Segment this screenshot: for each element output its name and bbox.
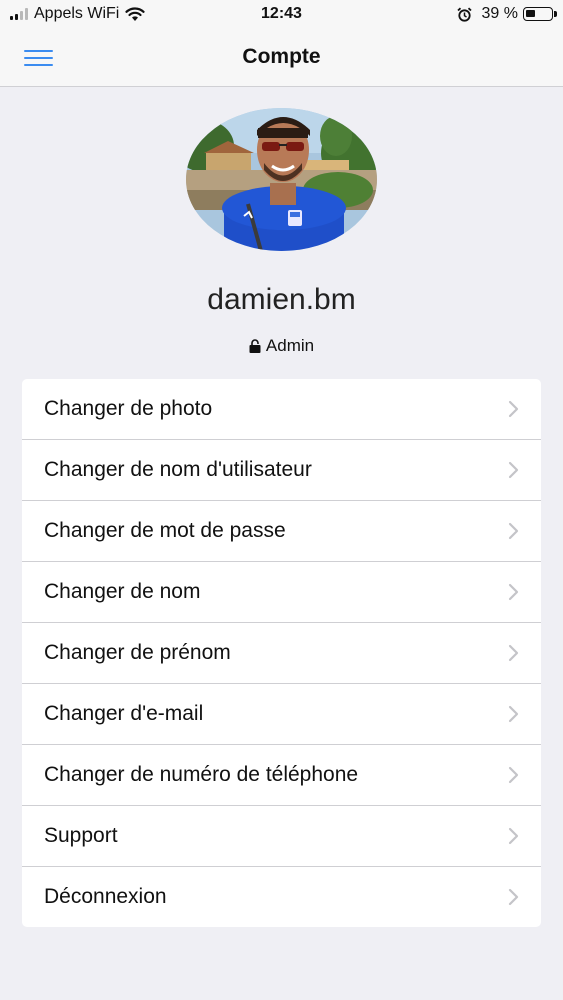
menu-item-label: Changer de prénom (44, 641, 231, 664)
battery-icon (523, 7, 557, 21)
menu-item-label: Changer d'e-mail (44, 702, 204, 725)
menu-item-change-phone[interactable]: Changer de numéro de téléphone (22, 745, 541, 806)
status-bar: Appels WiFi 12:43 39 % (0, 0, 563, 30)
menu-item-label: Changer de mot de passe (44, 519, 286, 542)
navigation-bar: Compte (0, 30, 563, 87)
menu-item-label: Support (44, 824, 118, 847)
menu-item-change-username[interactable]: Changer de nom d'utilisateur (22, 440, 541, 501)
menu-item-label: Déconnexion (44, 885, 167, 908)
chevron-right-icon (508, 461, 519, 479)
avatar[interactable] (186, 108, 377, 251)
chevron-right-icon (508, 400, 519, 418)
menu-item-logout[interactable]: Déconnexion (22, 867, 541, 927)
username: damien.bm (207, 283, 356, 316)
chevron-right-icon (508, 766, 519, 784)
menu-item-label: Changer de nom d'utilisateur (44, 458, 312, 481)
page-title: Compte (242, 45, 321, 68)
chevron-right-icon (508, 888, 519, 906)
chevron-right-icon (508, 522, 519, 540)
menu-item-label: Changer de photo (44, 397, 213, 420)
role-badge: Admin (0, 336, 563, 356)
chevron-right-icon (508, 705, 519, 723)
menu-item-change-first-name[interactable]: Changer de prénom (22, 623, 541, 684)
chevron-right-icon (508, 644, 519, 662)
battery-fill (526, 10, 535, 17)
lock-icon (249, 339, 261, 353)
menu-item-support[interactable]: Support (22, 806, 541, 867)
role-label: Admin (265, 336, 315, 355)
battery-percentage: 39 % (481, 5, 518, 22)
menu-item-label: Changer de nom (44, 580, 201, 603)
menu-item-change-last-name[interactable]: Changer de nom (22, 562, 541, 623)
status-right: 39 % (456, 5, 557, 23)
chevron-right-icon (508, 583, 519, 601)
chevron-right-icon (508, 827, 519, 845)
menu-item-change-password[interactable]: Changer de mot de passe (22, 501, 541, 562)
profile-photo (186, 108, 377, 251)
alarm-icon (456, 7, 472, 22)
menu-item-label: Changer de numéro de téléphone (44, 763, 359, 786)
menu-item-change-photo[interactable]: Changer de photo (22, 379, 541, 440)
menu-item-change-email[interactable]: Changer d'e-mail (22, 684, 541, 745)
settings-menu-list: Changer de photo Changer de nom d'utilis… (22, 379, 541, 927)
